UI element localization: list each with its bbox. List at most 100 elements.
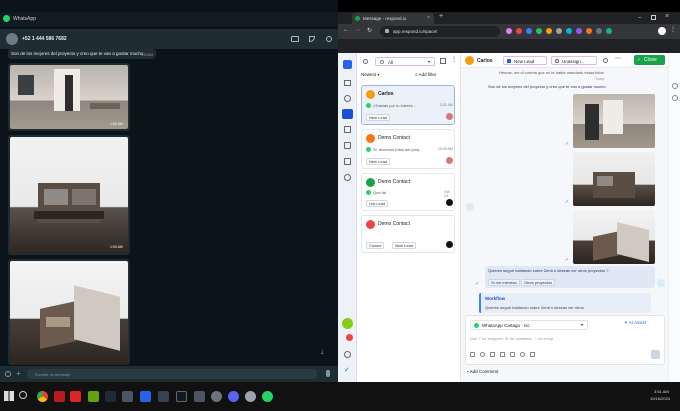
lifecycle-tag[interactable]: New Lead [392, 242, 417, 249]
conversation-card[interactable]: Demo Contact Que fal Oct 13 Hot Lead [361, 173, 455, 211]
voice-call-icon[interactable] [309, 36, 315, 42]
template-icon[interactable] [530, 352, 535, 357]
app-icon[interactable] [122, 391, 133, 402]
image-icon[interactable] [490, 352, 495, 357]
lifecycle-tag[interactable]: New Lead [366, 158, 391, 165]
window-close-icon[interactable]: × [665, 13, 669, 20]
message-input[interactable]: Escribe un mensaje [27, 369, 317, 379]
location-icon[interactable] [520, 352, 525, 357]
contact-number[interactable]: +52 1 444 586 7682 [22, 36, 67, 42]
minimize-icon[interactable]: – [638, 15, 641, 21]
quick-reply-button[interactable]: Otros proyectos [521, 279, 556, 286]
sort-dropdown[interactable]: Newest ▾ [361, 72, 401, 80]
respond-logo-icon[interactable] [343, 60, 352, 69]
reports-icon[interactable] [344, 158, 351, 165]
back-icon[interactable]: ← [343, 27, 349, 33]
lifecycle-tag[interactable]: New Lead [366, 114, 391, 121]
whatsapp-taskbar-icon[interactable] [262, 391, 273, 402]
maximize-icon[interactable] [651, 15, 656, 20]
status-tag[interactable]: Closed [366, 242, 385, 249]
tab-close-icon[interactable]: × [427, 15, 430, 21]
search-icon[interactable] [603, 58, 608, 63]
snippet-icon[interactable] [500, 352, 505, 357]
clock-time[interactable]: 3:51 AM [654, 389, 669, 394]
quick-reply-button[interactable]: Si me interesa [488, 279, 520, 286]
microphone-icon[interactable] [326, 370, 330, 377]
conversation-card[interactable]: Carlos ¡Gracias por tu interés ... 3:31 … [361, 85, 455, 125]
contact-name[interactable]: Carlos [477, 58, 493, 64]
messages-icon[interactable] [342, 109, 353, 119]
image-message[interactable] [573, 94, 655, 148]
forward-icon[interactable]: → [355, 27, 361, 33]
compose-icon[interactable] [440, 58, 446, 64]
app-icon[interactable] [176, 391, 187, 402]
menu-icon[interactable]: ⋮ [670, 26, 676, 33]
assignee-dropdown[interactable]: Unassign... [551, 56, 597, 65]
scroll-down-icon[interactable]: ↓ [320, 347, 324, 356]
attach-icon[interactable]: + [16, 369, 21, 378]
video-call-icon[interactable] [291, 36, 299, 42]
add-filter-button[interactable]: ≡ Add filter [415, 72, 457, 80]
broadcast-icon[interactable] [344, 126, 351, 133]
search-icon[interactable] [19, 391, 27, 399]
channel-select[interactable]: WhatsApp Cartago - Isc ▾ [470, 320, 588, 330]
add-comment-button[interactable]: ▪ Add Comment [467, 369, 547, 377]
attach-icon[interactable] [470, 352, 475, 357]
vscode-icon[interactable] [140, 391, 151, 402]
interior-photo[interactable]: 1:53 AM [10, 65, 128, 129]
variable-icon[interactable] [510, 352, 515, 357]
image-message[interactable] [8, 259, 130, 365]
new-tab-icon[interactable]: + [439, 13, 443, 20]
search-icon[interactable] [326, 36, 332, 42]
help-icon[interactable] [344, 351, 351, 358]
conversation-card[interactable]: Demo Contact Closed New Lead [361, 215, 455, 253]
close-conversation-button[interactable]: ✓ Close [634, 55, 665, 65]
conversation-card[interactable]: Demo Contact Si, tenemos fotos del proy.… [361, 129, 455, 169]
image-message[interactable] [573, 152, 655, 206]
more-icon[interactable]: ⋯ [615, 55, 621, 62]
building-photo[interactable]: 1:53 AM [10, 137, 128, 253]
notification-badge[interactable] [346, 334, 353, 341]
check-icon[interactable]: ✓ [344, 366, 350, 374]
building-angle-photo[interactable] [10, 261, 128, 365]
app-icon[interactable] [54, 391, 65, 402]
image-message[interactable] [573, 210, 655, 264]
emoji-icon[interactable] [5, 371, 11, 377]
workflow-icon[interactable] [344, 142, 351, 149]
image-message[interactable]: 1:53 AM [8, 63, 130, 131]
chat-header[interactable]: +52 1 444 586 7682 [0, 29, 338, 49]
url-field[interactable]: app.respond.io/space/ [380, 26, 500, 37]
app-icon[interactable] [105, 391, 116, 402]
app-icon[interactable] [194, 391, 205, 402]
extension-icons[interactable] [506, 28, 656, 35]
image-message[interactable]: 1:53 AM [8, 135, 130, 255]
send-icon[interactable] [651, 350, 660, 359]
reload-icon[interactable]: ↻ [367, 27, 372, 34]
clock-icon[interactable] [672, 95, 678, 101]
chrome-icon[interactable] [37, 391, 48, 402]
contacts-icon[interactable] [344, 95, 351, 102]
windows-start-icon[interactable] [4, 391, 14, 401]
info-icon[interactable] [672, 83, 678, 89]
ai-assist-button[interactable]: ✦ AI Assist [624, 320, 662, 330]
clock-date[interactable]: 10/16/2024 [650, 396, 670, 401]
settings-icon[interactable] [344, 174, 351, 181]
list-search-icon[interactable] [363, 59, 368, 64]
composer-input[interactable]: Use '/' for snippets, '$' for variables,… [470, 336, 553, 341]
reply-icon[interactable] [466, 203, 474, 211]
app-icon[interactable] [211, 391, 222, 402]
app-icon[interactable] [70, 391, 81, 402]
channel-filter[interactable]: All ▾ [375, 57, 435, 66]
tab-respond[interactable]: Message - respond.io × [352, 13, 434, 24]
more-icon[interactable]: ⋮ [451, 56, 457, 63]
chat-body[interactable]: Son de los mejores del proyecto y creo q… [0, 49, 338, 365]
emoji-icon[interactable] [480, 352, 485, 357]
lifecycle-tag[interactable]: Hot Lead [366, 200, 389, 207]
dashboard-icon[interactable] [344, 80, 351, 86]
app-icon[interactable] [245, 391, 256, 402]
app-icon[interactable] [158, 391, 169, 402]
user-avatar[interactable] [342, 318, 353, 329]
contact-avatar[interactable] [465, 56, 474, 65]
profile-avatar[interactable] [658, 27, 666, 35]
avatar[interactable] [6, 33, 18, 45]
